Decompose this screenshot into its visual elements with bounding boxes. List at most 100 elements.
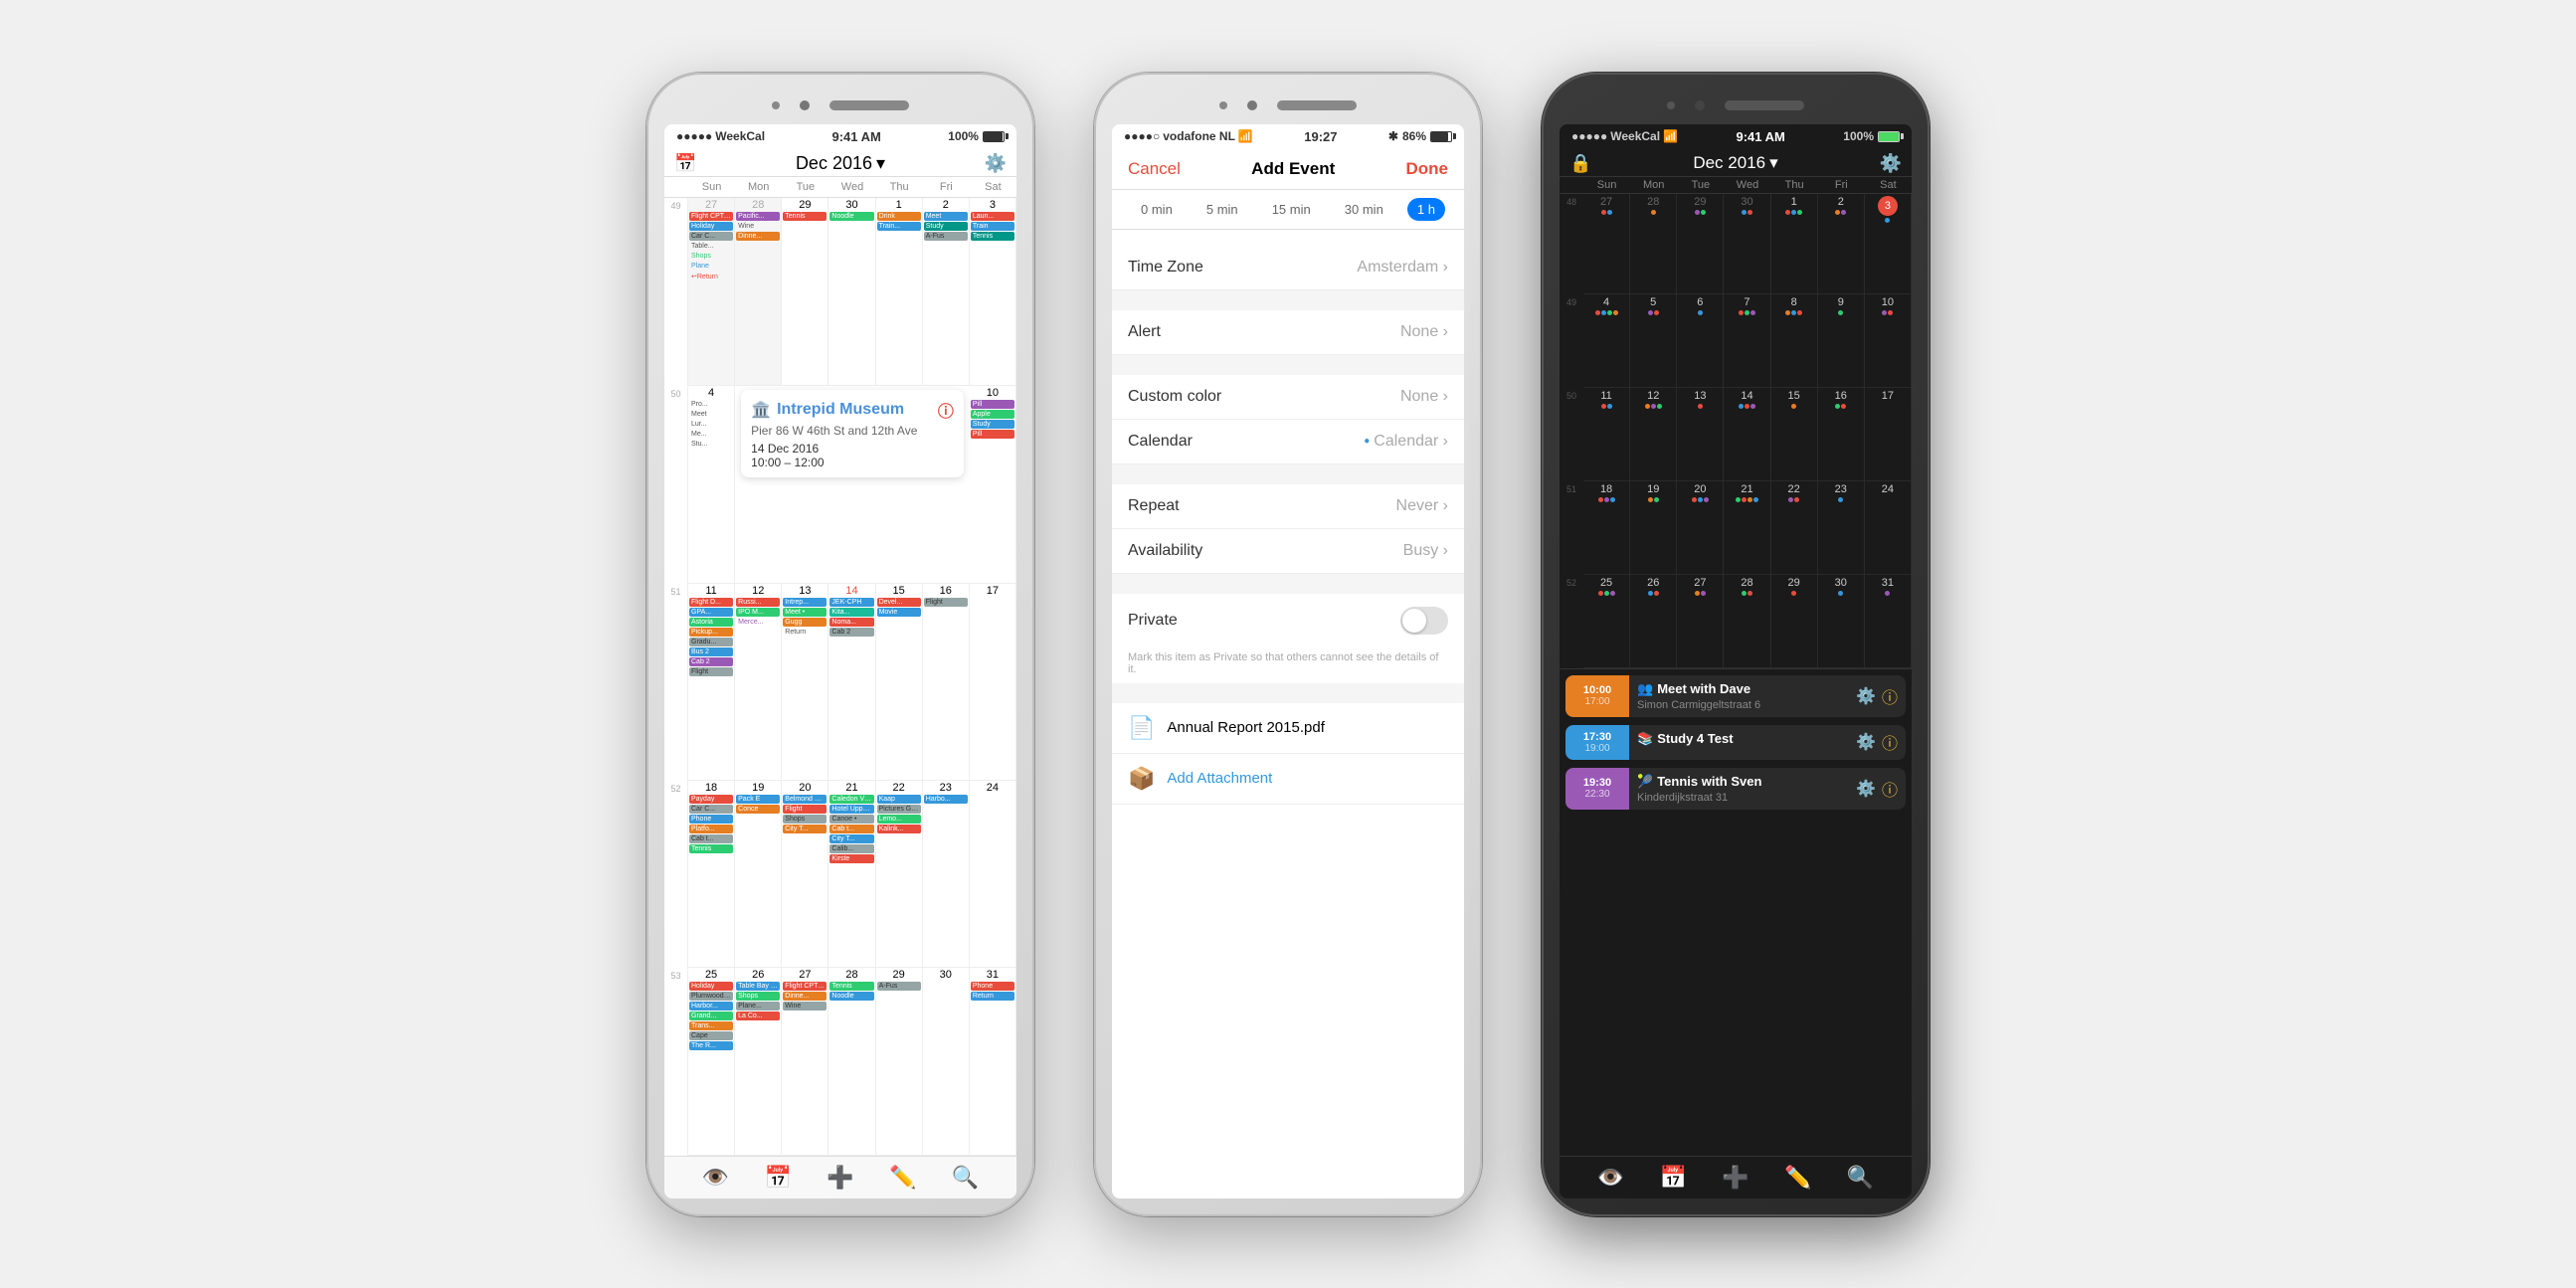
ev-payday[interactable]: Payday (689, 795, 733, 804)
day-31[interactable]: 31 Phone Return (970, 968, 1016, 1155)
ev-me2[interactable]: Me... (689, 430, 733, 439)
day-17[interactable]: 17 (970, 584, 1016, 781)
event-a-fus[interactable]: A-Fus (924, 232, 968, 241)
dark-search-icon[interactable]: 🔍 (1847, 1165, 1874, 1191)
pill-30min[interactable]: 30 min (1335, 198, 1393, 221)
dark-eye-icon[interactable]: 👁️ (1597, 1165, 1624, 1191)
day-4[interactable]: 4 Pro... Meet Lur... Me... Stu... (688, 386, 735, 584)
dark-day-12[interactable]: 12 (1630, 388, 1677, 481)
ev-return2[interactable]: Return (971, 992, 1014, 1001)
ev-meet[interactable]: Meet (689, 410, 733, 419)
private-row[interactable]: Private (1112, 594, 1464, 647)
ev-kaap[interactable]: Kaap (877, 795, 921, 804)
event-plane[interactable]: Plane (689, 262, 733, 271)
event-car[interactable]: Car C... (689, 232, 733, 241)
event-pacifist[interactable]: Pacific... (736, 212, 780, 221)
day-28b[interactable]: 28 Tennis Noodle (828, 968, 875, 1155)
dark-day-2[interactable]: 2 (1818, 194, 1865, 295)
gear-icon-event1[interactable]: ⚙️ (1856, 686, 1876, 706)
ev-noma[interactable]: Noma... (829, 618, 873, 627)
day-12[interactable]: 12 Russi... IPO M... Merce... (735, 584, 782, 781)
ev-lur[interactable]: Lur... (689, 420, 733, 429)
day-13[interactable]: 13 Intrep... Meet • Gugg Return (782, 584, 828, 781)
ev-a-fus2[interactable]: A-Fus (877, 982, 921, 991)
event-tennis3[interactable]: Tennis (971, 232, 1014, 241)
ev-flight2[interactable]: Flight D... (689, 598, 733, 607)
availability-row[interactable]: Availability Busy › (1112, 529, 1464, 574)
ev-devel[interactable]: Devel... (877, 598, 921, 607)
ev-the-r[interactable]: The R... (689, 1041, 733, 1050)
event-study-test[interactable]: 17:30 19:00 📚 Study 4 Test ⚙️ ⓘ (1565, 725, 1906, 760)
ev-study2[interactable]: Study (971, 420, 1014, 429)
dark-day-21[interactable]: 21 (1724, 481, 1770, 575)
ev-phone2[interactable]: Phone (971, 982, 1014, 991)
ev-hotel[interactable]: Hotel Upper Ea... (829, 805, 873, 814)
event-table[interactable]: Table... (689, 242, 733, 251)
gear-icon-event3[interactable]: ⚙️ (1856, 779, 1876, 799)
dark-day-20[interactable]: 20 (1677, 481, 1724, 575)
ev-noodle2[interactable]: Noodle (829, 992, 873, 1001)
day-11[interactable]: 11 Flight D... GPA... Astoria Pickup... … (688, 584, 735, 781)
pdf-attachment-row[interactable]: 📄 Annual Report 2015.pdf (1112, 703, 1464, 754)
event-study[interactable]: Study (924, 222, 968, 231)
dark-day-27c[interactable]: 27 (1677, 575, 1724, 668)
ev-flight6[interactable]: Flight CPT-AMS (783, 982, 827, 991)
dark-day-28c[interactable]: 28 (1724, 575, 1770, 668)
event-tennis[interactable]: Tennis (783, 212, 827, 221)
event-dinne[interactable]: Dinne... (736, 232, 780, 241)
event-wine[interactable]: Wine (736, 222, 780, 231)
private-toggle[interactable] (1400, 607, 1448, 635)
alert-row[interactable]: Alert None › (1112, 310, 1464, 355)
add-icon[interactable]: ➕ (827, 1165, 853, 1191)
ev-cab4[interactable]: Cab t... (689, 834, 733, 843)
search-icon[interactable]: 🔍 (952, 1165, 979, 1191)
ev-bus2[interactable]: Bus 2 (689, 647, 733, 656)
pill-5min[interactable]: 5 min (1196, 198, 1248, 221)
ev-shops2[interactable]: Shops (783, 815, 827, 824)
calendar-icon-toolbar[interactable]: 📅 (764, 1165, 791, 1191)
day-20[interactable]: 20 Belmond Mount... Flight Shops City T.… (782, 781, 828, 968)
dark-day-3[interactable]: 3 (1865, 194, 1912, 295)
dark-day-19[interactable]: 19 (1630, 481, 1677, 575)
ev-belmo[interactable]: Belmond Mount... (783, 795, 827, 804)
event-return[interactable]: ↩Return (689, 272, 733, 281)
dark-day-9[interactable]: 9 (1818, 294, 1865, 388)
dark-day-11[interactable]: 11 (1583, 388, 1630, 481)
info-icon[interactable]: ⓘ (938, 398, 954, 422)
ev-cape[interactable]: Cape (689, 1031, 733, 1040)
ev-kita[interactable]: Kita... (829, 608, 873, 617)
ev-flight3[interactable]: Flight (689, 667, 733, 676)
ev-jek[interactable]: JEK-CPH (829, 598, 873, 607)
day-15[interactable]: 15 Devel... Movie (876, 584, 923, 781)
ev-caledon[interactable]: Caledon Villa G... (829, 795, 873, 804)
dark-cal-icon[interactable]: 📅 (1659, 1165, 1686, 1191)
right-lock-icon[interactable]: 🔒 (1569, 153, 1591, 174)
timezone-row[interactable]: Time Zone Amsterdam › (1112, 246, 1464, 290)
ev-canoe[interactable]: Canoe • (829, 815, 873, 824)
day-28[interactable]: 28 Pacific... Wine Dinne... (735, 198, 782, 386)
day-3[interactable]: 3 Laun... Train Tennis (970, 198, 1016, 386)
dark-day-24[interactable]: 24 (1865, 481, 1912, 575)
ev-ipo[interactable]: IPO M... (736, 608, 780, 617)
left-month-title[interactable]: Dec 2016 ▾ (796, 153, 885, 174)
ev-return[interactable]: Return (783, 628, 827, 637)
ev-apple[interactable]: Apple (971, 410, 1014, 419)
day-27[interactable]: 27 Flight CPT-AMS Holiday Car C... Table… (688, 198, 735, 386)
dark-day-22[interactable]: 22 (1771, 481, 1818, 575)
dark-day-27[interactable]: 27 (1583, 194, 1630, 295)
left-gear-icon[interactable]: ⚙️ (985, 153, 1007, 174)
dark-day-6[interactable]: 6 (1677, 294, 1724, 388)
ev-harbo2[interactable]: Harbor... (689, 1002, 733, 1011)
dark-day-8[interactable]: 8 (1771, 294, 1818, 388)
event-drink[interactable]: Drink (877, 212, 921, 221)
ev-gradu[interactable]: Gradu... (689, 638, 733, 646)
ev-pill[interactable]: Pill (971, 400, 1014, 409)
ev-lemo[interactable]: Lemo... (877, 815, 921, 824)
dark-day-14[interactable]: 14 (1724, 388, 1770, 481)
dark-day-31c[interactable]: 31 (1865, 575, 1912, 668)
ev-kalink[interactable]: Kalink... (877, 825, 921, 833)
ev-platfo[interactable]: Platfo... (689, 825, 733, 833)
day-2[interactable]: 2 Meet Study A-Fus (923, 198, 970, 386)
done-button[interactable]: Done (1405, 159, 1448, 179)
day-19[interactable]: 19 Pack E Conce (735, 781, 782, 968)
